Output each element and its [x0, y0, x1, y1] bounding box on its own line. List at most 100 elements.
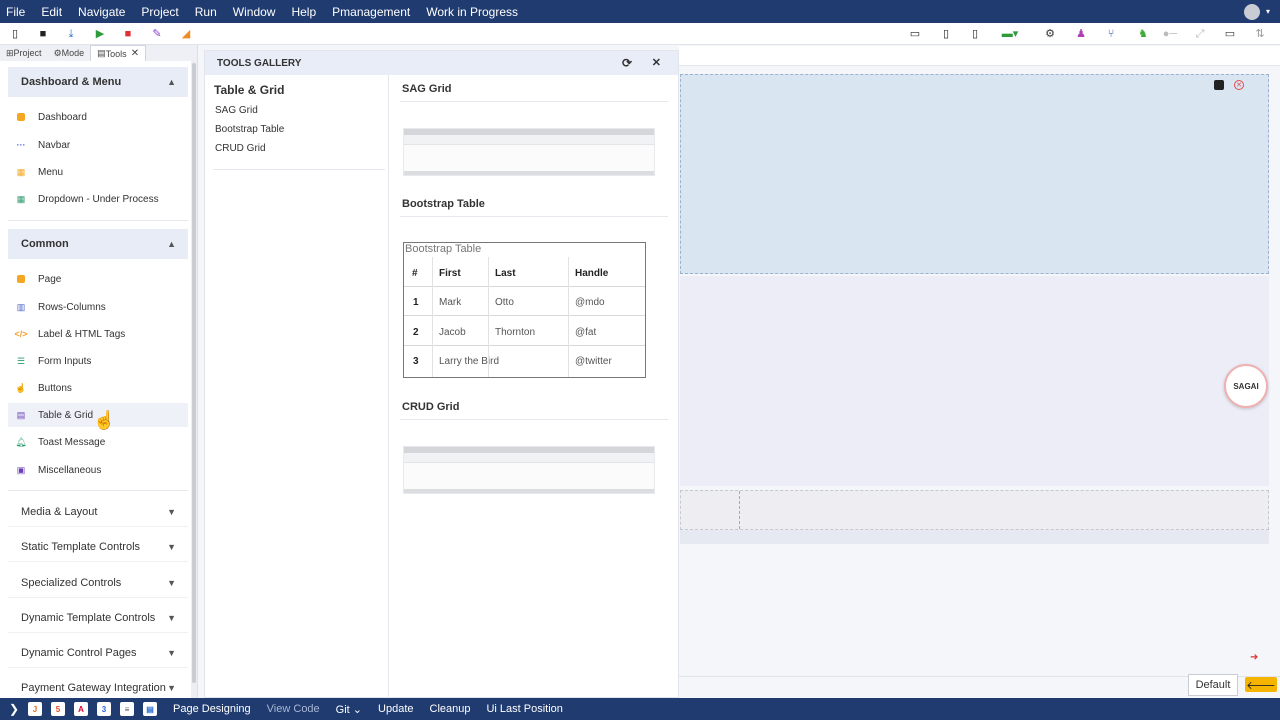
menu-icon: ▦	[16, 166, 26, 177]
section-payment-gateway[interactable]: Payment Gateway Integration ▼	[8, 673, 188, 698]
menu-pmanagement[interactable]: Pmanagement	[332, 5, 410, 19]
panel-scroll-thumb[interactable]	[192, 63, 196, 683]
section-specialized-controls[interactable]: Specialized Controls ▼	[8, 568, 188, 598]
tool-miscellaneous[interactable]: ▣ Miscellaneous	[8, 458, 188, 482]
new-file-icon[interactable]: ▯	[8, 27, 22, 41]
menu-run[interactable]: Run	[195, 5, 217, 19]
tool-dashboard[interactable]: Dashboard	[8, 105, 188, 129]
arrow-right-icon[interactable]: ➜	[1250, 652, 1258, 663]
tool-page[interactable]: Page	[8, 267, 188, 291]
gallery-category-title: Table & Grid	[214, 83, 285, 97]
section-common[interactable]: Common ▲	[8, 229, 188, 259]
close-icon[interactable]: ✕	[652, 56, 661, 69]
refresh-icon[interactable]: ⟳	[622, 56, 632, 70]
tool-buttons[interactable]: ☝ Buttons	[8, 376, 188, 400]
document-icon[interactable]: ≡	[120, 702, 134, 716]
tool-menu[interactable]: ▦ Menu	[8, 160, 188, 184]
section-media-layout[interactable]: Media & Layout ▼	[8, 497, 188, 527]
page-block[interactable]: ✕	[680, 74, 1269, 274]
user-avatar-icon[interactable]	[1244, 4, 1260, 20]
table-cell: @mdo	[575, 297, 605, 308]
status-view-code[interactable]: View Code	[267, 703, 320, 715]
run-icon[interactable]: ▶	[93, 27, 107, 41]
desktop-view-icon[interactable]: ▭	[908, 27, 922, 41]
tablet-view-icon[interactable]: ▯	[939, 27, 953, 41]
css-icon[interactable]: 3	[97, 702, 111, 716]
menu-edit[interactable]: Edit	[41, 5, 62, 19]
toggle-icon[interactable]: ●─	[1160, 27, 1180, 41]
angular-icon[interactable]: A	[74, 702, 88, 716]
row-block[interactable]	[680, 490, 1269, 530]
sag-grid-preview[interactable]	[403, 128, 655, 176]
file-icon[interactable]: ▤	[143, 702, 157, 716]
delete-icon[interactable]: ✕	[1234, 80, 1244, 90]
menu-navigate[interactable]: Navigate	[78, 5, 125, 19]
android-icon[interactable]: ♞	[1136, 27, 1150, 41]
eraser-icon[interactable]: ◢	[179, 27, 193, 41]
status-ui-last-position[interactable]: Ui Last Position	[486, 703, 562, 715]
section-static-template-controls[interactable]: Static Template Controls ▼	[8, 532, 188, 562]
pencil-icon[interactable]: ✎	[150, 27, 164, 41]
status-page-designing[interactable]: Page Designing	[173, 703, 251, 715]
download-icon[interactable]: ⤓	[64, 27, 78, 41]
tool-label: Form Inputs	[38, 355, 92, 367]
avatar-caret-icon[interactable]: ▾	[1266, 7, 1270, 16]
tab-mode[interactable]: ⚙ Mode	[48, 45, 91, 61]
menu-window[interactable]: Window	[233, 5, 276, 19]
tool-form-inputs[interactable]: ☰ Form Inputs	[8, 349, 188, 373]
tab-tools[interactable]: ▤ Tools ✕	[90, 45, 147, 61]
section-title: Dynamic Template Controls	[21, 611, 156, 624]
tab-project[interactable]: ⊞ Project	[0, 45, 48, 61]
tool-navbar[interactable]: ··· Navbar	[8, 133, 188, 157]
tool-label: Menu	[38, 166, 64, 178]
menu-work-in-progress[interactable]: Work in Progress	[426, 5, 518, 19]
edit-icon[interactable]	[1214, 80, 1224, 90]
status-cleanup[interactable]: Cleanup	[430, 703, 471, 715]
close-tab-icon[interactable]: ✕	[131, 48, 139, 59]
menu-project[interactable]: Project	[141, 5, 178, 19]
monitor-icon[interactable]: ▭	[1223, 27, 1237, 41]
gallery-link-bootstrap-table[interactable]: Bootstrap Table	[215, 124, 284, 135]
table-cell: Thornton	[495, 327, 536, 338]
git-branch-icon[interactable]: ⑂	[1104, 27, 1118, 41]
menu-file[interactable]: File	[6, 5, 25, 19]
mobile-view-icon[interactable]: ▯	[968, 27, 982, 41]
menu-help[interactable]: Help	[291, 5, 316, 19]
tool-dropdown[interactable]: ▦ Dropdown - Under Process	[8, 187, 188, 211]
tool-toast-message[interactable]: 🔔︎ Toast Message	[8, 430, 188, 454]
saga-ai-button[interactable]: SAGAI	[1224, 364, 1268, 408]
status-update[interactable]: Update	[378, 703, 413, 715]
layout-dropdown-icon[interactable]: ▬▾	[998, 27, 1022, 41]
java-icon[interactable]: J	[28, 702, 42, 716]
stop-icon[interactable]: ■	[121, 27, 135, 41]
section-dynamic-control-pages[interactable]: Dynamic Control Pages ▼	[8, 638, 188, 668]
content-block[interactable]	[680, 276, 1269, 486]
divider	[8, 220, 188, 221]
tool-label-html[interactable]: </> Label & HTML Tags	[8, 322, 188, 346]
tool-rows-columns[interactable]: ▥ Rows-Columns	[8, 295, 188, 319]
bootstrap-table-preview[interactable]: Bootstrap Table # First Last Handle 1 Ma…	[403, 242, 646, 378]
default-button[interactable]: Default	[1188, 674, 1238, 696]
settings-icon[interactable]: ⚙	[1043, 27, 1057, 41]
gallery-link-crud-grid[interactable]: CRUD Grid	[215, 143, 266, 154]
table-cell: Jacob	[439, 327, 466, 338]
gallery-header: TOOLS GALLERY ⟳ ✕	[205, 51, 678, 75]
terminal-chevron-icon[interactable]: ❯	[0, 698, 28, 720]
status-git[interactable]: Git ⌄	[336, 703, 362, 716]
user-manage-icon[interactable]: ♟	[1074, 27, 1088, 41]
crud-grid-preview[interactable]	[403, 446, 655, 494]
expand-icon[interactable]: ⤢	[1193, 27, 1207, 41]
tab-project-label: Project	[13, 48, 42, 58]
section-title: Payment Gateway Integration	[21, 681, 166, 694]
gallery-link-sag-grid[interactable]: SAG Grid	[215, 105, 258, 116]
column-divider	[432, 257, 433, 377]
main-toolbar: ▯ ■ ⤓ ▶ ■ ✎ ◢ ▭ ▯ ▯ ▬▾ ⚙ ♟ ⑂ ♞ ●─ ⤢ ▭ ⇅	[0, 23, 1280, 45]
back-arrow-button[interactable]: 🡐	[1245, 677, 1277, 692]
tools-icon: ▤	[97, 48, 106, 58]
section-title: Specialized Controls	[21, 576, 122, 589]
save-icon[interactable]: ■	[36, 27, 50, 41]
section-dashboard-menu[interactable]: Dashboard & Menu ▲	[8, 67, 188, 97]
html-icon[interactable]: 5	[51, 702, 65, 716]
more-icon[interactable]: ⇅	[1253, 27, 1267, 41]
section-dynamic-template-controls[interactable]: Dynamic Template Controls ▼	[8, 603, 188, 633]
